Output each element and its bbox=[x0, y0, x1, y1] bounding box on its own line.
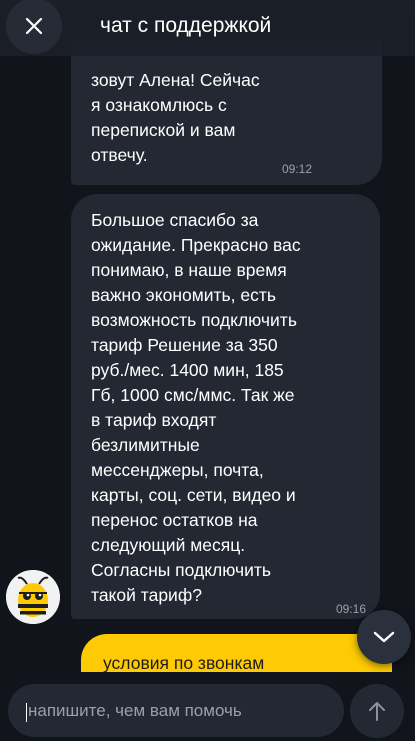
page-title: чат с поддержкой bbox=[100, 14, 272, 37]
scroll-down-button[interactable] bbox=[357, 610, 411, 664]
message-text: Большое спасибо за ожидание. Прекрасно в… bbox=[91, 210, 301, 605]
close-icon bbox=[25, 17, 43, 35]
arrow-up-icon bbox=[369, 702, 385, 721]
close-button[interactable] bbox=[6, 0, 62, 54]
send-button[interactable] bbox=[350, 684, 404, 738]
bee-avatar bbox=[6, 570, 60, 624]
message-time: 09:16 bbox=[335, 602, 366, 616]
chat-header: чат с поддержкой bbox=[0, 0, 415, 56]
chevron-down-icon bbox=[373, 631, 395, 643]
message-text: условия по звонкам bbox=[103, 653, 265, 673]
composer bbox=[0, 672, 415, 741]
support-message: Большое спасибо за ожидание. Прекрасно в… bbox=[71, 194, 380, 619]
support-message: зовут Алена! Сейчас я ознакомлюсь с пере… bbox=[71, 40, 382, 185]
text-caret bbox=[26, 703, 27, 722]
message-time: 09:12 bbox=[281, 162, 312, 176]
message-text: зовут Алена! Сейчас я ознакомлюсь с пере… bbox=[91, 70, 260, 165]
message-input[interactable] bbox=[8, 684, 344, 737]
bee-icon bbox=[6, 570, 60, 624]
